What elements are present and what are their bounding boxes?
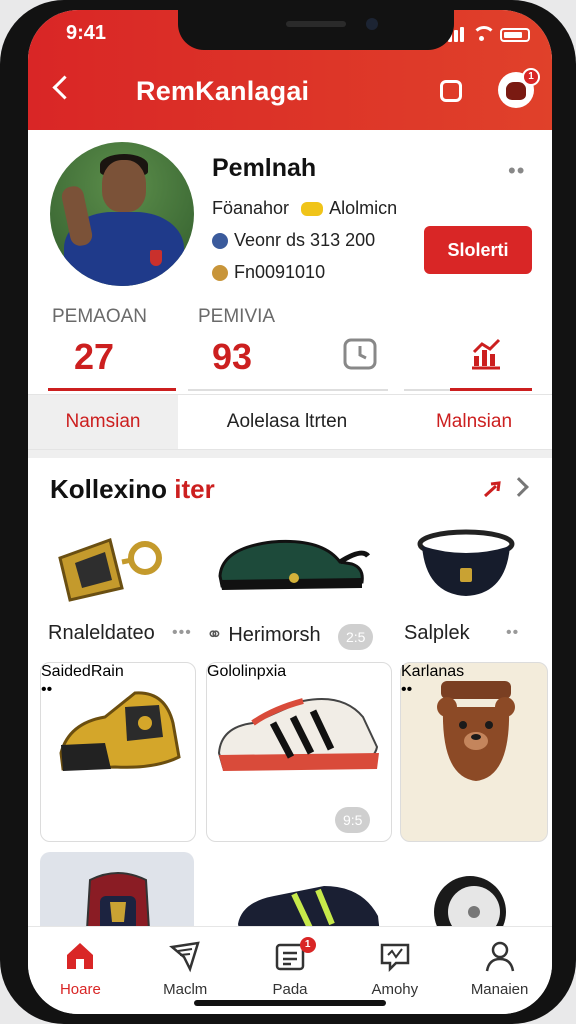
camera-notch	[178, 10, 454, 50]
profile-avatar[interactable]	[50, 142, 194, 286]
collection-card[interactable]: SaidedRain ••	[40, 662, 196, 842]
collection-title-main: Kollexino	[50, 474, 168, 504]
nav-label: Pada	[272, 981, 308, 998]
page-title: RemKanlagai	[136, 76, 310, 106]
nav-label: Manaien	[470, 981, 529, 998]
link-icon: ⚭	[206, 624, 223, 646]
item-more-icon[interactable]: ••	[506, 624, 519, 642]
battery-icon	[500, 28, 530, 42]
status-time: 9:41	[66, 22, 107, 44]
stat-underline	[450, 388, 532, 391]
chat-icon	[380, 943, 410, 973]
info-label: Föanahor	[212, 198, 290, 218]
tab-aolelasa[interactable]: Aolelasa ltrten	[178, 395, 396, 449]
tab-bar: Namsian Aolelasa ltrten Malnsian	[28, 394, 552, 450]
wifi-icon	[472, 26, 496, 42]
item-pill: 9:5	[335, 807, 371, 833]
speaker-grille	[286, 21, 346, 27]
item-label: Salplek	[404, 622, 470, 644]
shield-icon	[212, 232, 228, 249]
collection-title: Kollexino iter	[50, 474, 215, 505]
collection-item[interactable]: ⚭ Herimorsh 2:5	[206, 518, 386, 658]
square-icon-button[interactable]	[440, 80, 462, 102]
bear-mug-image	[437, 681, 515, 781]
stat-value: 27	[74, 336, 115, 377]
item-label: SaidedRain	[41, 663, 124, 680]
collection-item[interactable]: Salplek ••	[402, 518, 536, 658]
wheel-image	[434, 876, 506, 934]
item-label: Rnaleldateo	[48, 622, 155, 644]
chart-icon[interactable]	[468, 336, 504, 372]
profile-info-2: Veonr ds 313 200	[212, 230, 375, 251]
stat-value: 93	[212, 336, 253, 377]
arrow-icon[interactable]	[482, 478, 504, 500]
status-icons	[442, 26, 530, 42]
stat-label: PEMAOAN	[52, 306, 148, 327]
stat-underline	[48, 388, 176, 391]
profile-info-3: Fn0091010	[212, 262, 325, 283]
gold-shoe-image	[59, 691, 181, 771]
item-label: Gololinpxia	[207, 663, 287, 680]
collection-item[interactable]: Rnaleldateo •••	[48, 518, 198, 658]
front-camera	[366, 18, 378, 30]
chevron-right-icon[interactable]	[509, 477, 529, 497]
item-label-text: Herimorsh	[228, 624, 321, 646]
send-icon	[169, 941, 200, 973]
home-indicator	[194, 1000, 386, 1006]
nav-badge: 1	[299, 937, 316, 953]
nav-label: Maclm	[163, 981, 208, 998]
home-icon	[67, 943, 94, 969]
profile-name: Pemlnah	[212, 154, 317, 182]
phone-frame: 9:41 RemKanlagai 1 Pemlnah •• Föanahor A…	[0, 0, 576, 1024]
app-screen: 9:41 RemKanlagai 1 Pemlnah •• Föanahor A…	[28, 10, 552, 1014]
info-extra: Alolmicn	[329, 198, 398, 218]
cap-image	[417, 529, 515, 596]
shoe-image	[218, 539, 370, 590]
tab-namsian[interactable]: Namsian	[28, 395, 178, 449]
info-label: Veonr ds 313 200	[234, 230, 376, 250]
collection-card[interactable]: Gololinpxia 9:5	[206, 662, 392, 842]
nav-item-manaien[interactable]: Manaien	[447, 927, 552, 1014]
info-label: Fn0091010	[234, 262, 326, 282]
profile-icon	[485, 941, 514, 972]
section-divider	[28, 450, 552, 458]
sneaker-image	[217, 698, 379, 771]
collection-card[interactable]: Karlanas ••	[400, 662, 548, 842]
medal-icon	[212, 264, 228, 281]
profile-info-1: Föanahor Alolmicn	[212, 198, 397, 219]
stat-divider	[188, 389, 388, 391]
more-options-icon[interactable]: ••	[508, 158, 525, 184]
nav-label: Hoare	[59, 981, 101, 998]
badge-icon	[301, 201, 324, 216]
tab-malnsian[interactable]: Malnsian	[396, 395, 552, 449]
nav-item-home[interactable]: Hoare	[28, 927, 133, 1014]
clock-icon[interactable]	[342, 336, 378, 372]
nav-label: Amohy	[371, 981, 419, 998]
keychain-image	[58, 538, 162, 602]
item-pill: 2:5	[338, 624, 374, 650]
notification-badge: 1	[522, 68, 540, 86]
select-button[interactable]: Slolerti	[424, 226, 532, 274]
collection-title-accent: iter	[174, 474, 215, 504]
back-button[interactable]	[50, 76, 72, 98]
item-label: ⚭ Herimorsh	[206, 622, 321, 647]
item-more-icon[interactable]: •••	[172, 624, 192, 642]
stat-label: PEMIVIA	[198, 306, 276, 327]
